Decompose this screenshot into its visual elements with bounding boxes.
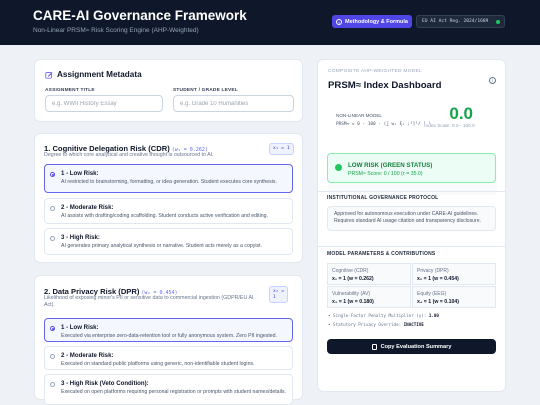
option-label: 3 - High Risk: [61,234,100,241]
option-label: 2 - Moderate Risk: [61,204,114,211]
option-description: AI restricted to brainstorming, formatti… [61,179,277,185]
dpr-option-low[interactable]: 1 - Low Risk: Executed via enterprise ze… [44,318,293,342]
dpr-badge-line1: x₂ = [273,289,285,294]
app-header: CARE-AI Governance Framework Non-Linear … [0,0,540,45]
status-title: LOW RISK (GREEN STATUS) [348,162,433,169]
param-privacy: Privacy (DPR) x₂ = 1 (w = 0.454) [412,263,496,285]
methodology-label: Methodology & Formula [345,18,408,25]
option-description: AI assists with drafting/coding scaffold… [61,213,268,219]
info-circle-icon: i [336,18,343,25]
note-label: • Statutory Privacy Override: [328,322,402,327]
status-dot-icon [335,164,342,171]
note-value: INACTIVE [403,322,424,327]
copy-icon [371,343,377,350]
grade-level-input[interactable] [173,95,294,112]
radio-checked-icon[interactable] [50,326,55,331]
protocol-text: Approved for autonomous execution under … [327,206,496,231]
info-icon[interactable]: i [489,77,496,84]
copy-label: Copy Evaluation Summary [380,343,452,350]
param-value: x₂ = 1 (w = 0.454) [417,276,459,282]
param-vulnerability: Vulnerability (AV) x₃ = 1 (w = 0.180) [327,286,411,308]
cdr-option-low[interactable]: 1 - Low Risk: AI restricted to brainstor… [44,164,293,193]
option-description: Executed on open platforms requiring per… [61,389,286,395]
assignment-metadata-card: Assignment Metadata ASSIGNMENT TITLE STU… [34,59,303,122]
cdr-option-high[interactable]: 3 - High Risk: AI generates primary anal… [44,228,293,255]
edit-icon [45,72,53,79]
penalty-multiplier-note: • Single-Factor Penalty Multiplier (γ): … [328,313,439,318]
param-value: x₄ = 1 (w = 0.104) [417,299,459,305]
cdr-option-moderate[interactable]: 2 - Moderate Risk: AI assists with draft… [44,198,293,224]
param-value: x₃ = 1 (w = 0.180) [332,299,374,305]
params-label: MODEL PARAMETERS & CONTRIBUTIONS [327,251,436,257]
divider [317,246,506,247]
dashboard-title: PRSM≈ Index Dashboard [328,80,442,91]
param-cognitive: Cognitive (CDR) x₁ = 1 (w = 0.262) [327,263,411,285]
param-name: Equity (EEG) [417,291,447,297]
divider [317,191,506,192]
option-description: AI generates primary analytical synthesi… [61,243,262,249]
radio-unchecked-icon[interactable] [50,354,55,359]
metadata-title: Assignment Metadata [57,70,142,79]
dpr-option-moderate[interactable]: 2 - Moderate Risk: Executed on standard … [44,346,293,370]
methodology-button[interactable]: i Methodology & Formula [332,15,412,28]
radio-checked-icon[interactable] [50,172,55,177]
param-equity: Equity (EEG) x₄ = 1 (w = 0.104) [412,286,496,308]
cdr-description: Degree to which core analytical and crea… [44,152,214,158]
copy-summary-button[interactable]: Copy Evaluation Summary [327,339,496,354]
dpr-description: Likelihood of exposing minor's PII or se… [44,295,254,308]
note-value: 1.00 [428,313,439,318]
param-name: Privacy (DPR) [417,268,449,274]
risk-status-box: LOW RISK (GREEN STATUS) PRSM≈ Score: 0 /… [327,153,496,183]
privacy-override-note: • Statutory Privacy Override: INACTIVE [328,322,424,327]
assignment-title-input[interactable] [45,95,163,112]
option-label: 3 - High Risk (Veto Condition): [61,380,149,387]
param-name: Cognitive (CDR) [332,268,369,274]
option-label: 1 - Low Risk: [61,170,99,177]
dpr-badge-line2: 1 [273,294,276,300]
param-name: Vulnerability (AV) [332,291,371,297]
option-description: Executed on standard public platforms us… [61,361,255,367]
score-caption: Index Scale: 0.0 - 100.0 [424,124,475,129]
radio-unchecked-icon[interactable] [50,236,55,241]
option-label: 1 - Low Risk: [61,324,99,331]
dashboard-eyebrow: COMPOSITE AHP-WEIGHTED MODEL [328,69,422,74]
dpr-option-high[interactable]: 3 - High Risk (Veto Condition): Executed… [44,374,293,405]
option-description: Executed via enterprise zero-data-retent… [61,333,277,339]
note-label: • Single-Factor Penalty Multiplier (γ): [328,313,427,318]
regulation-text: EU AI Act Reg. 2024/1689 [422,19,489,24]
status-dot-icon [496,20,500,24]
radio-unchecked-icon[interactable] [50,382,55,387]
app-subtitle: Non-Linear PRSM≈ Risk Scoring Engine (AH… [33,27,199,34]
dpr-value-badge: x₂ = 1 [269,286,289,303]
index-score: 0.0 [449,104,473,123]
model-label: NON-LINEAR MODEL [336,113,382,118]
option-label: 2 - Moderate Risk: [61,352,114,359]
param-value: x₁ = 1 (w = 0.262) [332,276,374,282]
regulation-badge: EU AI Act Reg. 2024/1689 [416,15,505,28]
grade-level-label: STUDENT / GRADE LEVEL [173,88,238,93]
radio-unchecked-icon[interactable] [50,206,55,211]
assignment-title-label: ASSIGNMENT TITLE [45,88,95,93]
status-subtitle: PRSM≈ Score: 0 / 100 (τ = 35.0) [348,171,423,177]
protocol-label: INSTITUTIONAL GOVERNANCE PROTOCOL [327,195,439,201]
app-title: CARE-AI Governance Framework [33,8,247,23]
